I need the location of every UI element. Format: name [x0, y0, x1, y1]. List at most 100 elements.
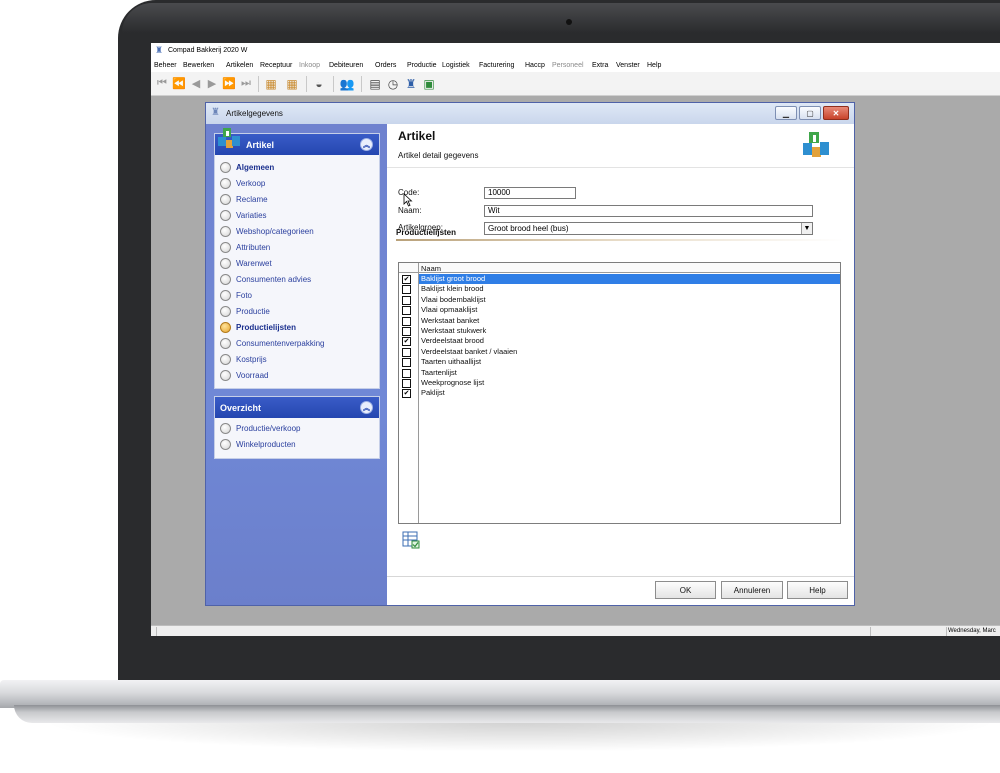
sidebar-item-foto[interactable]: Foto — [220, 289, 376, 303]
menu-item-artikelen[interactable]: Artikelen — [226, 62, 253, 69]
button-bar-divider — [387, 576, 854, 577]
checkbox-unchecked[interactable] — [402, 316, 411, 326]
table-row[interactable]: Vlaai bodembaklijst — [399, 295, 840, 305]
table-row[interactable]: Baklijst klein brood — [399, 284, 840, 295]
sidebar-item-webshop-categorieen[interactable]: Webshop/categorieen — [220, 225, 376, 239]
menu-item-debiteuren[interactable]: Debiteuren — [329, 62, 363, 69]
table-row[interactable]: Werkstaat stukwerk — [399, 326, 840, 336]
collapse-icon[interactable]: ︽ — [360, 138, 373, 151]
row-name: Taartenlijst — [421, 367, 457, 377]
ok-button[interactable]: OK — [655, 581, 716, 599]
previous-page-icon[interactable]: ⏪ — [171, 75, 187, 92]
sidebar-item-attributen[interactable]: Attributen — [220, 241, 376, 255]
naam-field[interactable]: Wit — [484, 205, 813, 217]
menu-item-personeel[interactable]: Personeel — [552, 62, 584, 69]
table-row[interactable]: Taartenlijst — [399, 368, 840, 378]
next-record-icon[interactable]: ▶ — [204, 75, 220, 92]
minimize-button[interactable]: ▁ — [775, 106, 797, 120]
row-name: Vlaai opmaaklijst — [421, 305, 478, 315]
sidebar-item-label: Webshop/categorieen — [236, 227, 314, 236]
menu-item-haccp[interactable]: Haccp — [525, 62, 545, 69]
row-name: Baklijst klein brood — [421, 284, 484, 294]
checkbox-unchecked[interactable] — [402, 285, 411, 295]
clock-document-icon[interactable]: ◷ — [385, 75, 401, 92]
menu-item-inkoop[interactable]: Inkoop — [299, 62, 320, 69]
first-record-icon[interactable]: ⏮ — [154, 75, 170, 92]
sidebar-item-label: Voorraad — [236, 371, 269, 380]
grid-checklist-icon[interactable] — [402, 531, 420, 549]
radio-icon — [220, 210, 231, 221]
menu-item-bewerken[interactable]: Bewerken — [183, 62, 214, 69]
checkbox-unchecked[interactable] — [402, 379, 411, 388]
close-button[interactable]: ✕ — [823, 106, 849, 120]
sidebar-item-kostprijs[interactable]: Kostprijs — [220, 353, 376, 367]
sidebar-item-verkoop[interactable]: Verkoop — [220, 177, 376, 191]
table-row[interactable]: Taarten uithaallijst — [399, 357, 840, 368]
collapse-icon[interactable]: ︽ — [360, 401, 373, 414]
column-header-naam[interactable]: Naam — [421, 264, 441, 273]
previous-record-icon[interactable]: ◀ — [188, 75, 204, 92]
sidebar-item-algemeen[interactable]: Algemeen — [220, 161, 376, 175]
table-row[interactable]: Vlaai opmaaklijst — [399, 305, 840, 316]
sidebar-item-label: Winkelproducten — [236, 440, 296, 449]
menu-item-extra[interactable]: Extra — [592, 62, 608, 69]
checkbox-checked[interactable]: ✔ — [402, 389, 411, 399]
table-row[interactable]: Weekprognose lijst — [399, 378, 840, 388]
productielijsten-section-title: Productielijsten — [396, 228, 457, 237]
baker-icon: ♜ — [211, 107, 220, 118]
menu-item-productie[interactable]: Productie — [407, 62, 437, 69]
next-page-icon[interactable]: ⏩ — [221, 75, 237, 92]
menu-item-logistiek[interactable]: Logistiek — [442, 62, 470, 69]
sidebar-item-variaties[interactable]: Variaties — [220, 209, 376, 223]
checkbox-checked[interactable]: ✔ — [402, 337, 411, 347]
maximize-button[interactable]: ▢ — [799, 106, 821, 120]
menu-item-help[interactable]: Help — [647, 62, 661, 69]
invoice-icon[interactable]: ▣ — [421, 75, 437, 92]
sidebar-item-consumenten-advies[interactable]: Consumenten advies — [220, 273, 376, 287]
table-row[interactable]: ✔ Paklijst — [399, 388, 840, 399]
sidebar-item-voorraad[interactable]: Voorraad — [220, 369, 376, 383]
table-row[interactable]: Werkstaat banket — [399, 316, 840, 326]
sidebar-item-label: Reclame — [236, 195, 268, 204]
code-field[interactable]: 10000 — [484, 187, 576, 199]
menu-item-facturering[interactable]: Facturering — [479, 62, 514, 69]
cancel-button[interactable]: Annuleren — [721, 581, 783, 599]
artikelgroep-select[interactable]: Groot brood heel (bus) ▼ — [484, 222, 813, 235]
articles-icon[interactable]: ▦ — [263, 75, 279, 92]
checkbox-unchecked[interactable] — [402, 368, 411, 378]
checkbox-checked[interactable]: ✔ — [402, 275, 411, 284]
sidebar-item-productie-verkoop[interactable]: Productie/verkoop — [220, 422, 376, 436]
menu-item-beheer[interactable]: Beheer — [154, 62, 177, 69]
overzicht-panel-header[interactable]: Overzicht ︽ — [215, 397, 379, 418]
sidebar-item-warenwet[interactable]: Warenwet — [220, 257, 376, 271]
menu-item-receptuur[interactable]: Receptuur — [260, 62, 292, 69]
sidebar-item-label: Algemeen — [236, 163, 275, 172]
artikel-panel-title: Artikel — [246, 140, 275, 150]
checkbox-unchecked[interactable] — [402, 358, 411, 368]
recipes-icon[interactable]: ▦ — [284, 75, 300, 92]
checkbox-unchecked[interactable] — [402, 306, 411, 316]
menu-item-orders[interactable]: Orders — [375, 62, 396, 69]
sidebar-item-reclame[interactable]: Reclame — [220, 193, 376, 207]
checkbox-unchecked[interactable] — [402, 347, 411, 357]
last-record-icon[interactable]: ⏭ — [238, 75, 254, 92]
table-row[interactable]: ✔ Verdeelstaat brood — [399, 336, 840, 347]
checkbox-unchecked[interactable] — [402, 327, 411, 336]
dropdown-arrow-icon[interactable]: ▼ — [801, 223, 812, 234]
app-titlebar: ♜ Compad Bakkerij 2020 W — [151, 43, 1000, 59]
artikel-panel-header[interactable]: Artikel ︽ — [215, 128, 379, 155]
bowl-icon[interactable]: ◒ — [311, 75, 327, 92]
help-button[interactable]: Help — [787, 581, 848, 599]
overzicht-panel: Overzicht ︽ Productie/verkoop Winkelprodu… — [214, 396, 380, 459]
sidebar-item-consumentenverpakking[interactable]: Consumentenverpakking — [220, 337, 376, 351]
sidebar-item-productie[interactable]: Productie — [220, 305, 376, 319]
table-row[interactable]: ✔ Baklijst groot brood — [399, 274, 840, 284]
table-row[interactable]: Verdeelstaat banket / vlaaien — [399, 347, 840, 357]
menu-item-venster[interactable]: Venster — [616, 62, 640, 69]
sidebar-item-winkelproducten[interactable]: Winkelproducten — [220, 438, 376, 452]
customers-icon[interactable]: 👥 — [339, 75, 355, 92]
document-icon[interactable]: ▤ — [367, 75, 383, 92]
baker-icon[interactable]: ♜ — [403, 75, 419, 92]
checkbox-unchecked[interactable] — [402, 295, 411, 305]
sidebar-item-productielijsten[interactable]: Productielijsten — [220, 321, 376, 335]
